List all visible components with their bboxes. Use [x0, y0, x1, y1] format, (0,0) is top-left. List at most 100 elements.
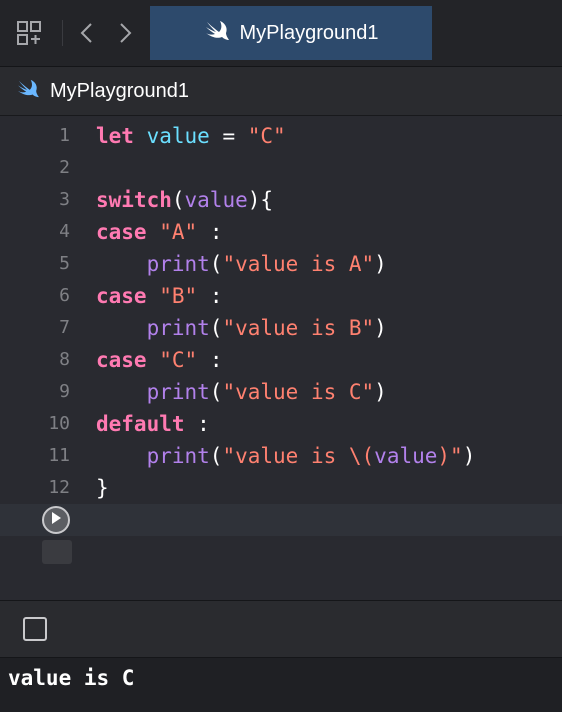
code-token: case: [96, 284, 147, 308]
code-line[interactable]: 6 case "B" :: [0, 280, 562, 312]
code-token: "value is A": [222, 252, 375, 276]
code-token: print: [146, 380, 210, 404]
breadcrumb-file[interactable]: MyPlayground1: [50, 80, 189, 103]
code-token: :: [184, 412, 210, 436]
code-token: print: [146, 316, 210, 340]
code-token: (: [209, 380, 223, 404]
code-line[interactable]: 10 default :: [0, 408, 562, 440]
code-token: }: [96, 476, 109, 500]
code-token: :: [197, 348, 223, 372]
code-text: case "B" :: [96, 280, 222, 312]
code-token: "B": [159, 284, 198, 308]
code-line[interactable]: 1 let value = "C": [0, 120, 562, 152]
code-line[interactable]: 5 print("value is A"): [0, 248, 562, 280]
grid-icon[interactable]: [14, 18, 44, 48]
code-line[interactable]: 9 print("value is C"): [0, 376, 562, 408]
line-number: 3: [59, 189, 70, 210]
code-token: (: [209, 252, 223, 276]
result-placeholder: [42, 540, 72, 564]
code-token: ): [374, 316, 387, 340]
line-number: 6: [59, 285, 70, 306]
code-token: switch: [96, 188, 172, 212]
toolbar-divider: [62, 20, 63, 46]
code-token: case: [96, 348, 147, 372]
line-number: 9: [59, 381, 70, 402]
line-number: 12: [48, 477, 70, 498]
debug-bar: [0, 600, 562, 658]
chevron-right-icon[interactable]: [110, 18, 140, 48]
square-icon[interactable]: [23, 617, 47, 641]
line-number: 5: [59, 253, 70, 274]
code-line[interactable]: 11 print("value is \(value)"): [0, 440, 562, 472]
line-number: 2: [59, 157, 70, 178]
code-token: value: [374, 444, 438, 468]
code-token: :: [197, 220, 223, 244]
tab-title: MyPlayground1: [239, 21, 379, 44]
code-line[interactable]: 2: [0, 152, 562, 184]
line-number: 8: [59, 349, 70, 370]
code-token: let: [96, 124, 134, 148]
code-token: value: [184, 188, 248, 212]
code-token: print: [146, 252, 210, 276]
code-token: (: [171, 188, 185, 212]
code-text: switch(value){: [96, 184, 273, 216]
code-token: ): [374, 380, 387, 404]
code-text: print("value is B"): [96, 312, 387, 344]
run-button[interactable]: [42, 506, 70, 534]
code-text: let value = "C": [96, 120, 286, 152]
code-text: print("value is A"): [96, 248, 387, 280]
code-token: "C": [247, 124, 286, 148]
code-line[interactable]: 12}: [0, 472, 562, 504]
code-text: print("value is C"): [96, 376, 387, 408]
code-token: print: [146, 444, 210, 468]
line-number: 1: [59, 125, 70, 146]
code-line[interactable]: 3 switch(value){: [0, 184, 562, 216]
code-token: "value is B": [222, 316, 375, 340]
current-line-highlight: [0, 504, 562, 536]
code-token: (: [209, 444, 223, 468]
code-token: =: [209, 124, 248, 148]
code-line[interactable]: 8 case "C" :: [0, 344, 562, 376]
code-token: value: [146, 124, 210, 148]
code-editor[interactable]: 1 let value = "C" 2 3 switch(value){4 case "A…: [0, 116, 562, 600]
code-token: "value is C": [222, 380, 375, 404]
line-number: 7: [59, 317, 70, 338]
code-token: :: [197, 284, 223, 308]
line-number: 10: [48, 413, 70, 434]
code-token: (: [209, 316, 223, 340]
swift-icon: [204, 20, 230, 47]
line-number: 4: [59, 221, 70, 242]
code-token: "C": [159, 348, 198, 372]
code-text: default :: [96, 408, 210, 440]
chevron-left-icon[interactable]: [72, 18, 102, 48]
code-line[interactable]: 4 case "A" :: [0, 216, 562, 248]
console-area: value is C: [0, 658, 562, 712]
code-text: }: [96, 472, 109, 504]
code-text: case "A" :: [96, 216, 222, 248]
code-line[interactable]: 7 print("value is B"): [0, 312, 562, 344]
code-token: "A": [159, 220, 198, 244]
swift-icon: [16, 79, 40, 104]
code-token: case: [96, 220, 147, 244]
console-output: value is C: [8, 666, 135, 690]
tab-bar: MyPlayground1: [0, 0, 562, 67]
play-icon: [50, 511, 62, 530]
code-text: print("value is \(value)"): [96, 440, 476, 472]
code-token: "value is \(: [222, 444, 375, 468]
tab-playground[interactable]: MyPlayground1: [150, 6, 432, 60]
line-number: 11: [48, 445, 70, 466]
jump-bar: MyPlayground1: [0, 67, 562, 116]
code-token: ){: [247, 188, 274, 212]
code-token: default: [96, 412, 185, 436]
code-text: case "C" :: [96, 344, 222, 376]
code-token: )": [437, 444, 463, 468]
code-token: ): [462, 444, 476, 468]
